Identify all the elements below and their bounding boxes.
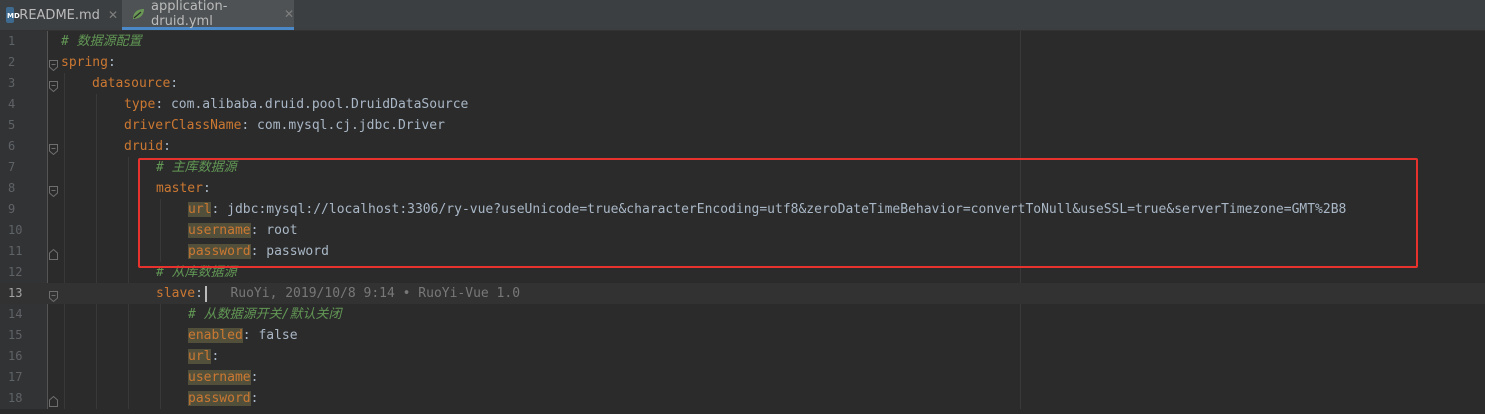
yaml-key: enabled <box>188 328 243 343</box>
code-text: url: <box>188 346 219 367</box>
yaml-value: : <box>211 349 220 364</box>
code-line[interactable]: 18 password: <box>0 388 1485 409</box>
fold-open-icon[interactable] <box>49 141 58 156</box>
fold-close-icon[interactable] <box>49 246 58 260</box>
code-line[interactable]: 17 username: <box>0 367 1485 388</box>
yaml-key: datasource <box>92 76 171 91</box>
code-text: driverClassName: com.mysql.cj.jdbc.Drive… <box>124 115 445 136</box>
tab-readme[interactable]: README.md ✕ <box>6 0 118 30</box>
yaml-key: password <box>188 391 251 406</box>
line-number: 16 <box>8 349 23 363</box>
code-line[interactable]: 4 type: com.alibaba.druid.pool.DruidDataS… <box>0 94 1485 115</box>
code-line[interactable]: 16 url: <box>0 346 1485 367</box>
code-line[interactable]: 15 enabled: false <box>0 325 1485 346</box>
yaml-key: spring <box>61 55 108 70</box>
code-text: slave: RuoYi, 2019/10/8 9:14 • RuoYi-Vue… <box>156 283 520 304</box>
yaml-key: type <box>124 97 156 112</box>
code-text: enabled: false <box>188 325 298 346</box>
code-text: username: <box>188 367 258 388</box>
code-text: spring: <box>61 52 116 73</box>
highlight-annotation-box <box>138 158 1418 268</box>
code-line[interactable]: 2 spring: <box>0 52 1485 73</box>
editor-tab-bar: README.md ✕ application-druid.yml ✕ <box>0 0 1485 31</box>
yaml-key: username <box>188 370 251 385</box>
code-text: datasource: <box>92 73 178 94</box>
line-number: 14 <box>8 307 23 321</box>
tab-readme-label: README.md <box>19 7 100 23</box>
line-number: 13 <box>8 286 23 300</box>
line-number: 3 <box>8 76 16 90</box>
yaml-value: : <box>170 76 179 91</box>
code-text: password: <box>188 388 258 409</box>
yaml-value: : com.alibaba.druid.pool.DruidDataSource <box>155 97 469 112</box>
line-number: 5 <box>8 118 16 132</box>
line-number: 2 <box>8 55 16 69</box>
yaml-value: : <box>250 391 259 406</box>
line-number: 8 <box>8 181 16 195</box>
yaml-key: slave <box>156 286 196 301</box>
close-icon[interactable]: ✕ <box>108 8 118 22</box>
fold-open-icon[interactable] <box>49 78 58 93</box>
code-text: # 数据源配置 <box>61 31 142 52</box>
code-line[interactable]: 6 druid: <box>0 136 1485 157</box>
code-text: druid: <box>124 136 171 157</box>
close-icon[interactable]: ✕ <box>284 7 294 21</box>
line-number: 7 <box>8 160 16 174</box>
code-line[interactable]: 13 slave: RuoYi, 2019/10/8 9:14 • RuoYi-V… <box>0 283 1485 304</box>
line-number: 11 <box>8 244 23 258</box>
fold-open-icon[interactable] <box>49 183 58 198</box>
tab-application-druid[interactable]: application-druid.yml ✕ <box>122 0 294 30</box>
line-number: 4 <box>8 97 16 111</box>
yaml-file-icon <box>130 6 146 22</box>
line-number: 17 <box>8 370 23 384</box>
line-number: 1 <box>8 34 16 48</box>
line-number: 6 <box>8 139 16 153</box>
fold-open-icon[interactable] <box>49 288 58 303</box>
code-line[interactable]: 14 # 从数据源开关/默认关闭 <box>0 304 1485 325</box>
yaml-value: : com.mysql.cj.jdbc.Driver <box>241 118 445 133</box>
yaml-key: druid <box>124 139 164 154</box>
markdown-file-icon <box>6 7 20 23</box>
yaml-value: : <box>195 286 203 301</box>
tab-application-druid-label: application-druid.yml <box>151 0 228 29</box>
git-blame-annotation: RuoYi, 2019/10/8 9:14 • RuoYi-Vue 1.0 <box>206 286 521 301</box>
code-text: type: com.alibaba.druid.pool.DruidDataSo… <box>124 94 468 115</box>
code-line[interactable]: 3 datasource: <box>0 73 1485 94</box>
yaml-value: : false <box>242 328 298 343</box>
code-comment: # 数据源配置 <box>61 34 142 49</box>
fold-open-icon[interactable] <box>49 57 58 72</box>
yaml-value: : <box>250 370 259 385</box>
code-line[interactable]: 5 driverClassName: com.mysql.cj.jdbc.Driv… <box>0 115 1485 136</box>
fold-close-icon[interactable] <box>49 393 58 407</box>
line-number: 9 <box>8 202 16 216</box>
line-number: 15 <box>8 328 23 342</box>
line-number: 18 <box>8 391 23 405</box>
code-line[interactable]: 1 # 数据源配置 <box>0 31 1485 52</box>
yaml-key: url <box>188 349 212 364</box>
line-number: 12 <box>8 265 23 279</box>
yaml-key: driverClassName <box>124 118 242 133</box>
line-number: 10 <box>8 223 23 237</box>
code-comment: # 从数据源开关/默认关闭 <box>188 307 342 322</box>
yaml-value: : <box>107 55 116 70</box>
yaml-value: : <box>163 139 171 154</box>
code-text: # 从数据源开关/默认关闭 <box>188 304 341 325</box>
